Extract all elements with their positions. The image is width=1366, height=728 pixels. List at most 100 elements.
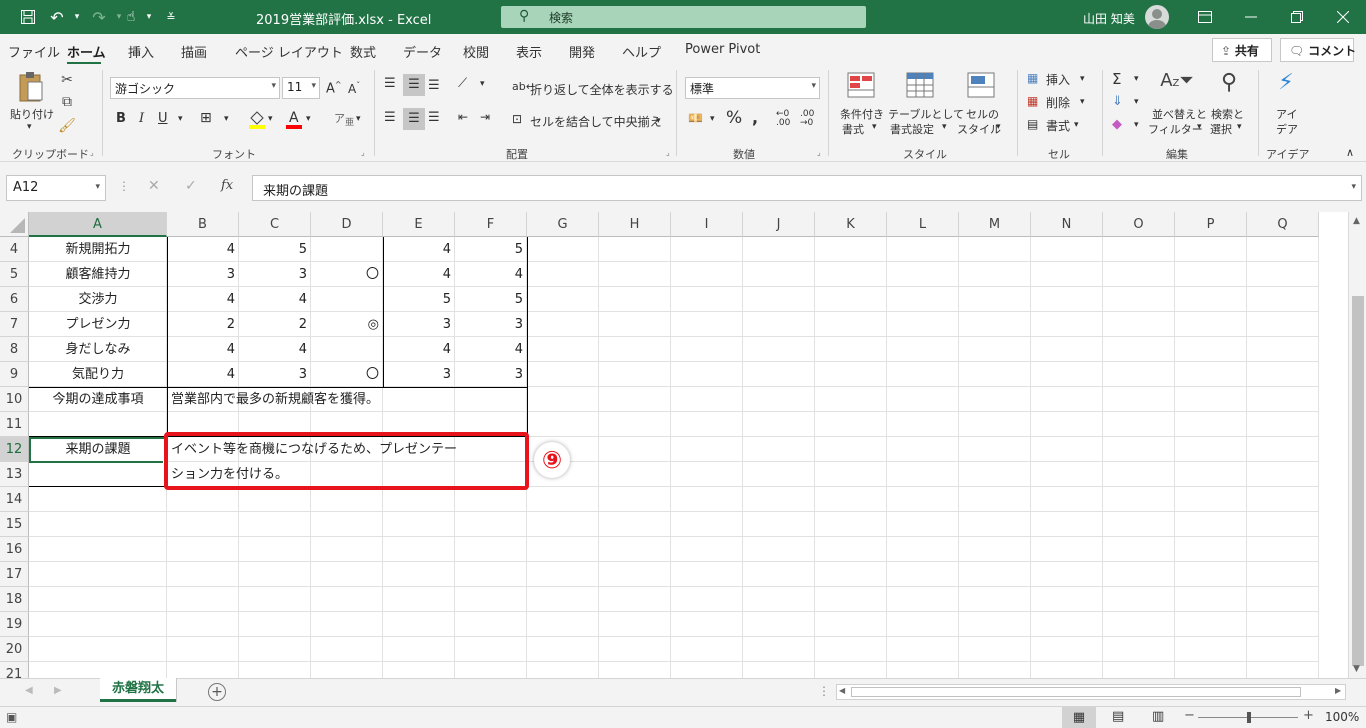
- conditional-format-icon[interactable]: [846, 72, 876, 102]
- row-header-15[interactable]: 15: [0, 512, 29, 537]
- table-cell-e[interactable]: 4: [383, 237, 455, 262]
- table-cell-f[interactable]: 3: [455, 312, 527, 337]
- paste-label[interactable]: 貼り付け: [10, 106, 54, 122]
- row-header-9[interactable]: 9: [0, 362, 29, 387]
- scroll-down-icon[interactable]: ▼: [1353, 664, 1360, 674]
- tab-power-pivot[interactable]: Power Pivot: [685, 42, 760, 57]
- sheet-tab-active[interactable]: 赤磐翔太: [100, 678, 176, 702]
- orientation-icon[interactable]: ⟋: [458, 76, 467, 91]
- column-header-i[interactable]: I: [671, 212, 743, 237]
- sort-filter-dropdown-icon[interactable]: ▾: [1197, 122, 1202, 132]
- zoom-out-icon[interactable]: −: [1184, 708, 1195, 723]
- border-icon[interactable]: ⊞: [200, 110, 212, 126]
- tab-developer[interactable]: 開発: [569, 42, 595, 61]
- achievement-label-cell[interactable]: 今期の達成事項: [29, 387, 167, 412]
- ideas-icon[interactable]: ⚡: [1272, 70, 1300, 95]
- number-launcher-icon[interactable]: ⌟: [817, 148, 821, 157]
- decrease-indent-icon[interactable]: ⇤: [458, 110, 468, 124]
- sort-filter-label2[interactable]: フィルター: [1148, 121, 1203, 137]
- table-cell-c[interactable]: 3: [239, 262, 311, 287]
- table-cell-e[interactable]: 4: [383, 337, 455, 362]
- column-header-g[interactable]: G: [527, 212, 599, 237]
- format-as-table-dropdown-icon[interactable]: ▾: [942, 122, 947, 132]
- format-as-table-label1[interactable]: テーブルとして: [888, 106, 964, 122]
- column-header-c[interactable]: C: [239, 212, 311, 237]
- find-select-icon[interactable]: ⚲: [1214, 70, 1244, 95]
- touch-dropdown-icon[interactable]: ▾: [142, 0, 156, 34]
- row-header-21[interactable]: 21: [0, 662, 29, 678]
- horizontal-scrollbar[interactable]: ◀ ▶: [836, 684, 1346, 700]
- column-header-k[interactable]: K: [815, 212, 887, 237]
- column-header-q[interactable]: Q: [1247, 212, 1319, 237]
- insert-function-icon[interactable]: fx: [221, 178, 233, 193]
- align-middle-icon[interactable]: ☰: [403, 74, 425, 96]
- table-cell-c[interactable]: 4: [239, 337, 311, 362]
- find-select-label1[interactable]: 検索と: [1211, 106, 1244, 122]
- touch-mode-icon[interactable]: ☝: [118, 0, 144, 34]
- insert-dropdown-icon[interactable]: ▾: [1080, 74, 1085, 84]
- tab-formulas[interactable]: 数式: [350, 42, 376, 61]
- name-box[interactable]: A12 ▾: [6, 175, 106, 201]
- fill-color-dropdown-icon[interactable]: ▾: [268, 114, 273, 124]
- scroll-up-icon[interactable]: ▲: [1353, 216, 1360, 226]
- align-bottom-icon[interactable]: ☰: [428, 78, 440, 93]
- clear-icon[interactable]: ◆: [1112, 117, 1122, 132]
- undo-dropdown-icon[interactable]: ▾: [70, 0, 84, 34]
- vertical-scroll-thumb[interactable]: [1352, 296, 1364, 666]
- phonetic-dropdown-icon[interactable]: ▾: [356, 114, 361, 124]
- table-cell-f[interactable]: 4: [455, 337, 527, 362]
- alignment-launcher-icon[interactable]: ⌟: [666, 148, 670, 157]
- share-button[interactable]: ⇪ 共有: [1212, 38, 1272, 62]
- column-header-e[interactable]: E: [383, 212, 455, 237]
- minimize-button[interactable]: [1228, 0, 1274, 34]
- phonetic-icon[interactable]: ア亜: [334, 110, 354, 128]
- font-size-select[interactable]: 11 ▾: [282, 77, 320, 99]
- underline-dropdown-icon[interactable]: ▾: [178, 114, 183, 124]
- font-color-dropdown-icon[interactable]: ▾: [306, 114, 311, 124]
- merge-dropdown-icon[interactable]: ▾: [656, 116, 661, 126]
- scroll-left-icon[interactable]: ◀: [839, 686, 845, 695]
- delete-cells-icon[interactable]: ▦: [1027, 94, 1038, 108]
- column-header-n[interactable]: N: [1031, 212, 1103, 237]
- collapse-ribbon-icon[interactable]: ∧: [1346, 146, 1354, 159]
- cut-icon[interactable]: ✂: [58, 72, 76, 88]
- cell-styles-dropdown-icon[interactable]: ▾: [996, 122, 1001, 132]
- row-header-4[interactable]: 4: [0, 237, 29, 262]
- cell-styles-label2[interactable]: スタイル: [957, 121, 1001, 137]
- table-cell-f[interactable]: 5: [455, 287, 527, 312]
- tab-help[interactable]: ヘルプ: [622, 42, 661, 61]
- tab-split-handle[interactable]: ⋮: [818, 684, 830, 698]
- horizontal-scroll-thumb[interactable]: [851, 687, 1301, 697]
- row-header-13[interactable]: 13: [0, 462, 29, 487]
- autosum-dropdown-icon[interactable]: ▾: [1134, 74, 1139, 84]
- table-cell-e[interactable]: 3: [383, 312, 455, 337]
- table-cell-b[interactable]: 4: [167, 287, 239, 312]
- tab-draw[interactable]: 描画: [181, 42, 207, 61]
- align-top-icon[interactable]: ☰: [384, 76, 396, 91]
- table-cell-c[interactable]: 3: [239, 362, 311, 387]
- row-header-20[interactable]: 20: [0, 637, 29, 662]
- wrap-text-button[interactable]: 折り返して全体を表示する: [530, 81, 674, 98]
- format-dropdown-icon[interactable]: ▾: [1074, 120, 1079, 130]
- find-select-label2[interactable]: 選択: [1210, 121, 1232, 137]
- table-cell-d[interactable]: 〇: [311, 262, 383, 287]
- table-cell-e[interactable]: 5: [383, 287, 455, 312]
- percent-icon[interactable]: %: [726, 108, 742, 128]
- column-header-m[interactable]: M: [959, 212, 1031, 237]
- column-header-a[interactable]: A: [29, 212, 167, 237]
- next-sheet-icon[interactable]: ▶: [54, 685, 62, 696]
- conditional-format-label1[interactable]: 条件付き: [838, 106, 886, 122]
- macro-record-icon[interactable]: ▣: [6, 710, 17, 724]
- table-cell-d[interactable]: [311, 337, 383, 362]
- conditional-format-label2[interactable]: 書式: [842, 121, 864, 137]
- row-header-16[interactable]: 16: [0, 537, 29, 562]
- bold-icon[interactable]: B: [116, 111, 126, 126]
- font-name-select[interactable]: 游ゴシック ▾: [110, 77, 280, 99]
- column-header-b[interactable]: B: [167, 212, 239, 237]
- add-sheet-icon[interactable]: +: [208, 683, 226, 701]
- clear-dropdown-icon[interactable]: ▾: [1134, 120, 1139, 130]
- format-as-table-icon[interactable]: [905, 72, 935, 102]
- table-cell-f[interactable]: 3: [455, 362, 527, 387]
- row-header-18[interactable]: 18: [0, 587, 29, 612]
- tab-page-layout[interactable]: ページ レイアウト: [235, 42, 343, 61]
